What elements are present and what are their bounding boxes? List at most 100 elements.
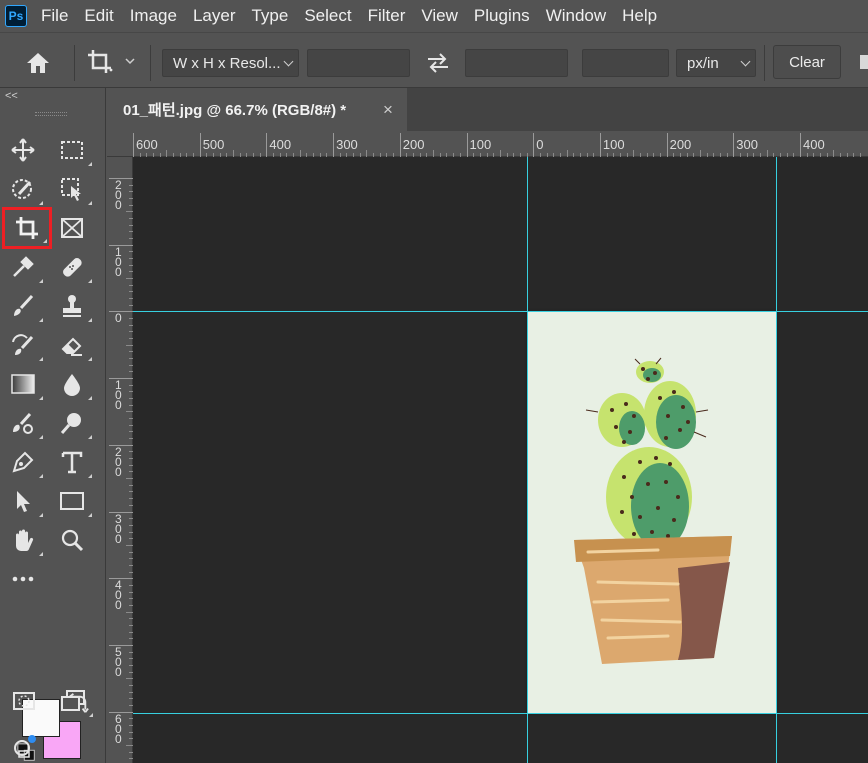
collapse-panel-icon[interactable]: << (5, 90, 18, 102)
menu-help[interactable]: Help (622, 6, 657, 26)
ruler-tick (800, 133, 801, 157)
healing-brush-tool[interactable] (56, 251, 92, 283)
resolution-field[interactable] (582, 49, 669, 77)
edit-toolbar[interactable] (7, 563, 39, 595)
frame-tool[interactable] (56, 212, 88, 244)
menu-filter[interactable]: Filter (368, 6, 406, 26)
swap-icon[interactable] (425, 51, 451, 75)
gradient-tool[interactable] (7, 368, 43, 400)
dodge-burn-tool[interactable] (56, 407, 92, 439)
stamp-icon (63, 295, 81, 317)
ruler-minor-tick (833, 150, 835, 157)
object-selection-tool[interactable] (56, 173, 92, 205)
history-brush-tool[interactable] (7, 329, 43, 361)
guide-vertical[interactable] (527, 157, 528, 763)
clear-button[interactable]: Clear (773, 45, 841, 79)
guide-vertical[interactable] (776, 157, 777, 763)
ruler-tick (133, 133, 134, 157)
ruler-minor-tick (499, 150, 501, 157)
ruler-minor-tick (299, 150, 301, 157)
menu-select[interactable]: Select (304, 6, 351, 26)
rectangle-icon (60, 492, 84, 510)
move-tool[interactable] (7, 134, 39, 166)
ruler-tick (733, 133, 735, 157)
ruler-label: 0 (115, 311, 122, 326)
ruler-minor-tick (699, 150, 701, 157)
canvas-area[interactable] (133, 157, 868, 763)
menu-view[interactable]: View (421, 6, 458, 26)
ruler-label: 6 0 0 (115, 711, 122, 746)
bandage-icon (63, 258, 82, 277)
ruler-tick (266, 133, 268, 157)
type-tool[interactable] (56, 446, 92, 478)
ruler-label: 2 0 0 (115, 444, 122, 479)
menu-edit[interactable]: Edit (84, 6, 113, 26)
ruler-minor-tick (126, 611, 133, 613)
close-tab-icon[interactable]: × (383, 100, 393, 120)
ruler-minor-tick (633, 150, 635, 157)
blur-tool[interactable] (56, 368, 92, 400)
pen-tool[interactable] (7, 446, 43, 478)
crop-preset-picker[interactable] (86, 48, 138, 76)
eyedropper-tool[interactable] (7, 251, 43, 283)
document-tab[interactable]: 01_패턴.jpg @ 66.7% (RGB/8#) * × (107, 88, 407, 131)
horizontal-ruler[interactable]: 600 500 400 300 200 100 0 100 200 300 400 (107, 131, 868, 157)
ruler-minor-tick (126, 544, 133, 546)
ruler-tick (599, 133, 601, 157)
marquee-tool[interactable] (56, 134, 92, 166)
clone-stamp-tool[interactable] (56, 290, 92, 322)
ruler-label: 3 0 0 (115, 511, 122, 546)
ruler-tick (466, 133, 468, 157)
width-field[interactable] (307, 49, 410, 77)
screen-mode-tool[interactable] (57, 685, 93, 717)
magnifier-dodge-icon (60, 413, 81, 434)
generative-fill-tool[interactable] (8, 730, 40, 762)
brush-tool[interactable] (7, 290, 43, 322)
ratio-select[interactable]: W x H x Resol... (162, 49, 299, 77)
ruler-minor-tick (166, 150, 168, 157)
straighten-icon[interactable] (860, 55, 868, 69)
quick-selection-tool[interactable] (7, 173, 43, 205)
ruler-label: 1 0 0 (115, 244, 122, 279)
ruler-label: 2 0 0 (115, 178, 122, 212)
menu-file[interactable]: File (41, 6, 68, 26)
ruler-tick (399, 133, 401, 157)
hand-tool[interactable] (7, 524, 43, 556)
menu-layer[interactable]: Layer (193, 6, 236, 26)
height-field[interactable] (465, 49, 568, 77)
object-selection-icon (12, 179, 32, 199)
ruler-minor-tick (433, 150, 435, 157)
ruler-label: 200 (669, 137, 692, 152)
resolution-unit-select[interactable]: px/in (676, 49, 756, 77)
ruler-label: 200 (402, 137, 425, 152)
menu-type[interactable]: Type (251, 6, 288, 26)
ruler-label: 4 0 0 (115, 578, 122, 613)
path-selection-tool[interactable] (7, 485, 43, 517)
ruler-minor-tick (126, 678, 133, 680)
guide-horizontal[interactable] (133, 713, 868, 714)
ruler-label: 0 (536, 137, 544, 152)
ruler-label: 300 (336, 137, 358, 152)
rectangle-tool[interactable] (56, 485, 92, 517)
eraser-tool[interactable] (56, 329, 92, 361)
ruler-minor-tick (566, 150, 568, 157)
resolution-unit-value: px/in (687, 54, 719, 72)
dodge-tool[interactable] (7, 407, 43, 439)
menu-image[interactable]: Image (130, 6, 177, 26)
guide-horizontal[interactable] (133, 311, 868, 312)
vertical-ruler[interactable]: 2 0 0 1 0 0 0 1 0 0 2 0 0 3 0 0 4 0 0 5 0 0 6 0 … (107, 157, 133, 763)
document-image[interactable] (528, 312, 776, 713)
photoshop-logo-icon[interactable]: Ps (5, 5, 27, 27)
zoom-tool[interactable] (56, 524, 88, 556)
separator (150, 45, 151, 81)
crop-tool[interactable] (2, 207, 52, 249)
ruler-minor-tick (126, 478, 133, 480)
panel-grip[interactable] (35, 112, 67, 116)
water-drop-icon (64, 374, 80, 396)
menu-plugins[interactable]: Plugins (474, 6, 530, 26)
home-icon[interactable] (24, 50, 52, 76)
menu-window[interactable]: Window (546, 6, 606, 26)
ratio-select-value: W x H x Resol... (173, 54, 281, 72)
quick-mask-tool[interactable] (8, 685, 40, 717)
move-icon (11, 138, 35, 162)
